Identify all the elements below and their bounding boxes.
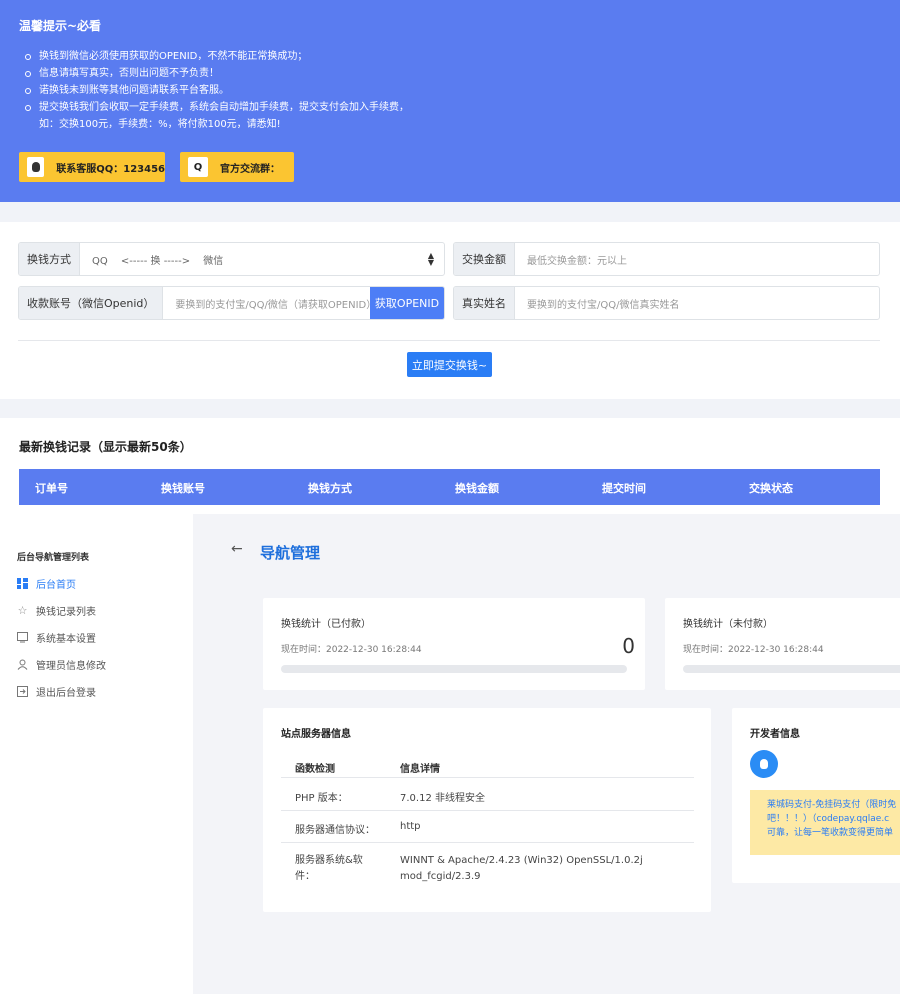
sidebar-item-label: 后台首页: [36, 580, 76, 591]
admin-sidebar: 后台导航管理列表 后台首页 ☆ 换钱记录列表 系统基本设置 管理员信息修改 退出…: [0, 514, 193, 994]
notice-item: 提交换钱我们会收取一定手续费，系统会自动增加手续费，提交支付会加入手续费，: [25, 99, 409, 116]
column-header: 换钱方式: [308, 482, 352, 495]
amount-label: 交换金额: [454, 243, 515, 275]
stat-value: 0: [622, 634, 635, 658]
notice-panel: 温馨提示~必看 换钱到微信必须使用获取的OPENID，不然不能正常换成功； 信息…: [0, 0, 900, 202]
table-cell: 服务器通信协议：: [295, 825, 375, 836]
developer-info-title: 开发者信息: [750, 729, 800, 740]
sidebar-item-label: 换钱记录列表: [36, 607, 96, 618]
logout-icon: [17, 686, 28, 697]
exchange-form: 换钱方式 QQ <----- 换 -----> 微信 ▲ ▼ 交换金额 最低交换金…: [0, 222, 900, 399]
name-input[interactable]: 要换到的支付宝/QQ/微信真实姓名: [515, 287, 879, 319]
records-panel: 最新换钱记录（显示最新50条） 订单号 换钱账号 换钱方式 换钱金额 提交时间 …: [0, 418, 900, 514]
server-info-card: 站点服务器信息 函数检测 信息详情 PHP 版本： 7.0.12 非线程安全 服…: [263, 708, 711, 912]
sidebar-item-profile[interactable]: 管理员信息修改: [17, 657, 106, 672]
table-row: PHP 版本： 7.0.12 非线程安全: [281, 778, 694, 811]
notice-list: 换钱到微信必须使用获取的OPENID，不然不能正常换成功； 信息请填写真实，否则…: [25, 48, 409, 133]
submit-button[interactable]: 立即提交换钱~: [407, 352, 492, 377]
column-header: 订单号: [35, 482, 68, 495]
stat-title: 换钱统计（未付款）: [683, 619, 773, 630]
method-select[interactable]: QQ <----- 换 -----> 微信 ▲ ▼: [80, 243, 444, 275]
developer-note[interactable]: 莱城码支付-免挂码支付（限时免 吧！！！）（codepay.qqlae.c 可靠…: [750, 790, 900, 855]
official-group-button[interactable]: Q 官方交流群：: [180, 152, 294, 182]
sidebar-item-settings[interactable]: 系统基本设置: [17, 630, 96, 645]
stat-title: 换钱统计（已付款）: [281, 619, 371, 630]
divider: [18, 340, 880, 341]
stat-time: 现在时间：2022-12-30 16:28:44: [683, 645, 824, 655]
table-header: 信息详情: [400, 764, 440, 775]
account-group: 收款账号（微信Openid） 要换到的支付宝/QQ/微信（请获取OPENID） …: [18, 286, 445, 320]
table-row: 服务器通信协议： http: [281, 811, 694, 843]
table-cell: WINNT & Apache/2.4.23 (Win32) OpenSSL/1.…: [400, 855, 643, 882]
monitor-icon: [17, 632, 28, 643]
name-label: 真实姓名: [454, 287, 515, 319]
notice-item: 信息请填写真实，否则出问题不予负责！: [25, 65, 409, 82]
user-icon: [17, 659, 28, 670]
stat-card-unpaid: 换钱统计（未付款） 现在时间：2022-12-30 16:28:44: [665, 598, 900, 690]
progress-bar: [281, 665, 627, 673]
notice-item: 换钱到微信必须使用获取的OPENID，不然不能正常换成功；: [25, 48, 409, 65]
table-row: 服务器系统&软 件： WINNT & Apache/2.4.23 (Win32) …: [281, 843, 694, 895]
stat-card-paid: 换钱统计（已付款） 现在时间：2022-12-30 16:28:44 0: [263, 598, 645, 690]
table-cell: 7.0.12 非线程安全: [400, 793, 485, 804]
account-input[interactable]: 要换到的支付宝/QQ/微信（请获取OPENID）: [163, 287, 370, 319]
sidebar-item-label: 管理员信息修改: [36, 661, 106, 672]
column-header: 提交时间: [602, 482, 646, 495]
progress-bar: [683, 665, 900, 673]
sidebar-item-home[interactable]: 后台首页: [17, 576, 76, 591]
developer-info-card: 开发者信息 莱城码支付-免挂码支付（限时免 吧！！！）（codepay.qqla…: [732, 708, 900, 883]
name-group: 真实姓名 要换到的支付宝/QQ/微信真实姓名: [453, 286, 880, 320]
table-header-row: 函数检测 信息详情: [281, 746, 694, 778]
back-arrow-icon[interactable]: ←: [231, 541, 243, 557]
sidebar-item-label: 系统基本设置: [36, 634, 96, 645]
column-header: 换钱金额: [455, 482, 499, 495]
group-q-icon: Q: [188, 157, 208, 177]
method-value: QQ <----- 换 -----> 微信: [92, 255, 224, 267]
notice-item: 如：交换100元，手续费：%，将付款100元，请悉知!: [39, 119, 281, 130]
page-title: 导航管理: [260, 544, 321, 562]
account-label: 收款账号（微信Openid）: [19, 287, 164, 319]
table-cell: PHP 版本：: [295, 793, 348, 804]
table-cell: http: [400, 821, 421, 832]
amount-input[interactable]: 最低交换金额：元以上: [515, 243, 879, 275]
sidebar-item-label: 退出后台登录: [36, 688, 96, 699]
column-header: 换钱账号: [161, 482, 205, 495]
method-group: 换钱方式 QQ <----- 换 -----> 微信 ▲ ▼: [18, 242, 445, 276]
records-title: 最新换钱记录（显示最新50条）: [19, 440, 192, 454]
sidebar-item-logout[interactable]: 退出后台登录: [17, 684, 96, 699]
select-arrows-icon: ▲ ▼: [427, 251, 434, 267]
amount-group: 交换金额 最低交换金额：元以上: [453, 242, 880, 276]
sidebar-title: 后台导航管理列表: [17, 553, 90, 563]
official-group-label: 官方交流群：: [220, 163, 280, 175]
notice-item: 诺换钱未到账等其他问题请联系平台客服。: [25, 82, 409, 99]
server-info-title: 站点服务器信息: [281, 729, 351, 740]
contact-qq-label: 联系客服QQ：123456: [56, 163, 165, 175]
method-label: 换钱方式: [19, 243, 80, 275]
get-openid-button[interactable]: 获取OPENID: [370, 287, 444, 319]
qq-avatar-icon[interactable]: [750, 750, 778, 778]
sidebar-item-records[interactable]: ☆ 换钱记录列表: [17, 603, 96, 618]
column-header: 交换状态: [749, 482, 793, 495]
records-table-header: 订单号 换钱账号 换钱方式 换钱金额 提交时间 交换状态: [19, 469, 880, 505]
notice-title: 温馨提示~必看: [19, 19, 102, 33]
table-header: 函数检测: [295, 764, 335, 775]
server-info-table: 函数检测 信息详情 PHP 版本： 7.0.12 非线程安全 服务器通信协议： …: [281, 746, 694, 895]
qq-icon: [27, 157, 45, 177]
admin-main: ← 导航管理 换钱统计（已付款） 现在时间：2022-12-30 16:28:4…: [193, 514, 900, 994]
table-cell: 服务器系统&软 件：: [295, 855, 363, 882]
stat-time: 现在时间：2022-12-30 16:28:44: [281, 645, 422, 655]
contact-qq-button[interactable]: 联系客服QQ：123456: [19, 152, 165, 182]
star-icon: ☆: [17, 604, 28, 617]
grid-icon: [17, 578, 28, 589]
